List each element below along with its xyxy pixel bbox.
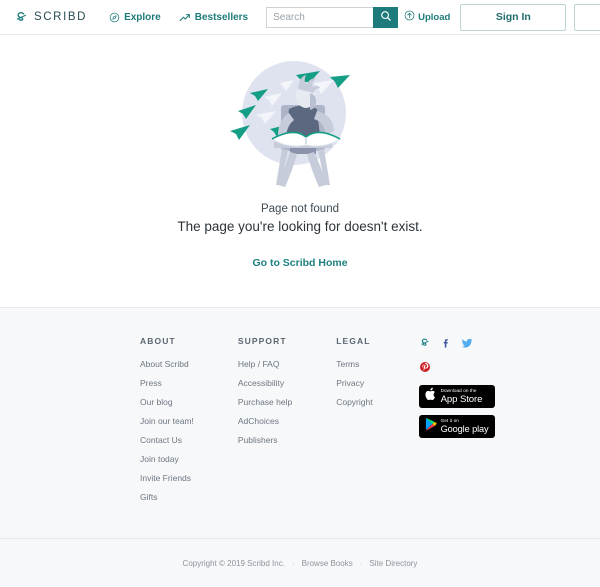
trending-up-icon — [179, 12, 191, 23]
site-footer: ABOUT About Scribd Press Our blog Join o… — [0, 307, 600, 587]
separator-dot: · — [291, 558, 295, 568]
footer-column-support: SUPPORT Help / FAQ Accessibility Purchas… — [238, 336, 292, 511]
browse-books-link[interactable]: Browse Books — [302, 559, 353, 568]
upload-arrow-icon — [404, 10, 415, 24]
nav-bestsellers-label: Bestsellers — [194, 11, 249, 23]
social-links-row-2 — [419, 360, 495, 378]
google-play-badge[interactable]: Get it on Google play — [418, 415, 495, 438]
go-to-scribd-home-link[interactable]: Go to Scribd Home — [252, 257, 347, 269]
sign-in-button[interactable]: Sign In — [460, 3, 567, 31]
footer-columns: ABOUT About Scribd Press Our blog Join o… — [0, 308, 600, 511]
footer-link-join-today[interactable]: Join today — [140, 454, 194, 464]
page-not-found-subtitle: The page you're looking for doesn't exis… — [177, 219, 423, 234]
page-not-found-title: Page not found — [260, 203, 339, 215]
google-play-badge-small: Get it on — [440, 418, 459, 424]
scribd-icon[interactable] — [419, 336, 431, 354]
app-store-badge-big: App Store — [440, 393, 483, 405]
logo-text: SCRIBD — [34, 11, 88, 23]
footer-column-legal: LEGAL Terms Privacy Copyright — [336, 336, 372, 511]
upload-label: Upload — [418, 11, 451, 23]
google-play-icon — [425, 417, 437, 436]
compass-icon — [109, 12, 120, 23]
footer-link-publishers[interactable]: Publishers — [238, 435, 292, 445]
nav-explore[interactable]: Explore — [109, 12, 161, 23]
app-store-badge-small: Download on the — [440, 387, 477, 393]
pinterest-icon[interactable] — [419, 360, 431, 378]
join-button[interactable]: Join — [574, 3, 600, 31]
google-play-badge-text: Get it on Google play — [440, 418, 489, 434]
footer-link-join-our-team[interactable]: Join our team! — [140, 416, 194, 426]
separator-dot: · — [359, 558, 363, 568]
site-header: SCRIBD Explore Bestsellers Search Upload… — [0, 0, 600, 35]
auth-buttons: Sign In Join — [460, 3, 600, 31]
search-input[interactable] — [266, 6, 374, 28]
upload-link[interactable]: Upload — [404, 10, 450, 24]
search-button[interactable] — [373, 6, 399, 28]
footer-social-and-apps: Download on the App Store Get it on Goog… — [418, 336, 495, 511]
footer-link-contact-us[interactable]: Contact Us — [140, 435, 194, 445]
footer-link-gifts[interactable]: Gifts — [140, 492, 194, 502]
footer-link-about-scribd[interactable]: About Scribd — [140, 359, 194, 369]
scribd-s-icon — [14, 10, 29, 25]
twitter-icon[interactable] — [461, 336, 474, 354]
footer-link-purchase-help[interactable]: Purchase help — [238, 397, 292, 407]
nav-bestsellers[interactable]: Bestsellers — [179, 12, 248, 23]
copyright-bar: Copyright © 2019 Scribd Inc. · Browse Bo… — [0, 538, 600, 587]
app-store-badge-text: Download on the App Store — [440, 387, 483, 405]
apple-icon — [425, 387, 437, 406]
google-play-badge-big: Google play — [440, 423, 489, 434]
footer-link-accessibility[interactable]: Accessibility — [238, 378, 292, 388]
copyright-text: Copyright © 2019 Scribd Inc. — [182, 558, 285, 568]
nav-explore-label: Explore — [124, 11, 161, 23]
footer-link-press[interactable]: Press — [140, 378, 194, 388]
main-content: Page not found The page you're looking f… — [0, 35, 600, 307]
footer-link-copyright[interactable]: Copyright — [336, 397, 372, 407]
footer-column-title: ABOUT — [140, 336, 176, 346]
scribd-logo[interactable]: SCRIBD — [14, 10, 87, 25]
footer-column-about: ABOUT About Scribd Press Our blog Join o… — [140, 336, 194, 511]
footer-column-title: LEGAL — [336, 336, 371, 346]
search-icon — [380, 10, 392, 25]
footer-column-title: SUPPORT — [237, 336, 287, 346]
app-store-badge[interactable]: Download on the App Store — [418, 385, 495, 408]
footer-link-help-faq[interactable]: Help / FAQ — [238, 359, 292, 369]
site-directory-link[interactable]: Site Directory — [369, 559, 417, 568]
footer-link-privacy[interactable]: Privacy — [336, 378, 372, 388]
facebook-icon[interactable] — [440, 336, 452, 354]
search-form — [266, 6, 399, 28]
footer-link-terms[interactable]: Terms — [336, 359, 372, 369]
footer-link-our-blog[interactable]: Our blog — [140, 397, 194, 407]
footer-link-adchoices[interactable]: AdChoices — [238, 416, 292, 426]
footer-link-invite-friends[interactable]: Invite Friends — [140, 473, 194, 483]
social-links-row-1 — [419, 336, 495, 354]
page-not-found-illustration — [210, 53, 390, 193]
